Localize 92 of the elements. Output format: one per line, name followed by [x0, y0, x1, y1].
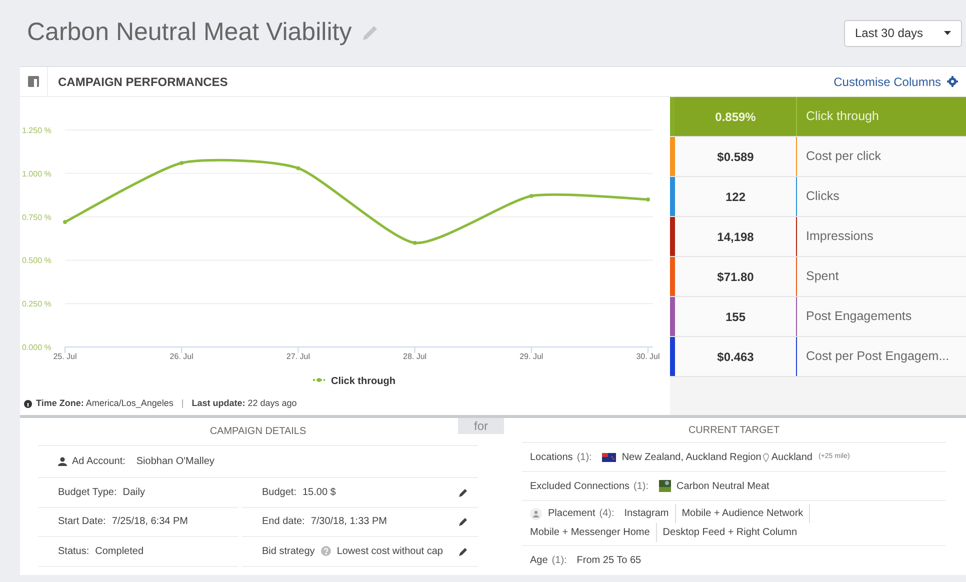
- placement-item: Mobile + Audience Network: [682, 504, 810, 523]
- metric-value: $0.463: [675, 337, 797, 376]
- user-icon: [58, 457, 67, 466]
- metric-row[interactable]: 14,198 Impressions: [670, 217, 966, 257]
- field-label: Status:: [58, 544, 90, 559]
- x-tick-label: 26. Jul: [170, 352, 194, 361]
- metric-row[interactable]: $0.589 Cost per click: [670, 137, 966, 177]
- data-point: [646, 197, 650, 202]
- y-tick-label: 0.750 %: [22, 212, 52, 222]
- field-label: Budget:: [262, 486, 296, 500]
- field-label: Excluded Connections: [530, 480, 630, 494]
- data-point: [529, 194, 534, 198]
- metric-value: 14,198: [675, 217, 797, 256]
- field-count: (4):: [599, 507, 614, 521]
- caret-icon: [944, 31, 951, 35]
- metric-label: Post Engagements: [805, 308, 913, 326]
- data-point: [296, 166, 300, 170]
- legend-label[interactable]: Click through: [331, 376, 396, 387]
- metric-row[interactable]: $71.80 Spent: [670, 257, 966, 297]
- field-label: Ad Account:: [72, 455, 126, 469]
- placement-item: Mobile + Messenger Home: [530, 523, 657, 542]
- field-label: Locations: [530, 450, 573, 464]
- field-value: Siobhan O'Malley: [136, 455, 214, 469]
- metric-label: Cost per Post Engagem...: [805, 348, 950, 366]
- pencil-icon[interactable]: [459, 488, 468, 497]
- flag-icon: [602, 452, 616, 462]
- field-label: Budget Type:: [58, 486, 117, 500]
- pencil-icon[interactable]: [459, 546, 468, 556]
- metric-value: $71.80: [675, 257, 797, 296]
- time-zone-text: Time Zone: America/Los_Angeles: [36, 397, 174, 410]
- data-point: [412, 240, 417, 245]
- x-tick-label: 25. Jul: [53, 352, 77, 361]
- location-value: New Zealand, Auckland Region: [622, 450, 762, 464]
- field-value: Lowest cost without cap: [336, 544, 443, 559]
- metric-value: 155: [675, 297, 797, 336]
- metric-label: Click through: [805, 108, 880, 126]
- field-count: (1):: [634, 480, 649, 494]
- field-count: (1):: [576, 450, 592, 464]
- field-value: 7/25/18, 6:34 PM: [112, 515, 188, 530]
- y-tick-label: 1.000 %: [22, 169, 52, 178]
- field-label: Bid strategy: [262, 544, 315, 559]
- metric-row[interactable]: 155 Post Engagements: [670, 297, 966, 337]
- metric-value: $0.589: [675, 137, 797, 176]
- metric-value: 122: [675, 177, 797, 216]
- age-value: From 25 To 65: [576, 554, 642, 568]
- pencil-icon[interactable]: [459, 517, 468, 526]
- page-icon: [28, 76, 39, 87]
- connection-value: Carbon Neutral Meat: [676, 480, 770, 494]
- info-icon: [24, 400, 32, 408]
- y-tick-label: 0.000 %: [22, 343, 52, 352]
- field-value: 15.00 $: [302, 486, 336, 500]
- metric-label: Clicks: [805, 188, 840, 206]
- page-thumbnail-icon: [658, 480, 671, 492]
- field-value: Daily: [122, 486, 145, 500]
- legend-icon: [313, 378, 325, 382]
- metric-label: Spent: [805, 268, 840, 286]
- data-point: [63, 220, 67, 224]
- data-point: [180, 160, 184, 165]
- metric-row[interactable]: 122 Clicks: [670, 177, 966, 217]
- connector-label: for: [458, 418, 504, 434]
- metric-value: 0.859%: [675, 97, 797, 136]
- city-value: Auckland: [771, 450, 812, 464]
- x-tick-label: 28. Jul: [403, 352, 427, 361]
- date-range-dropdown[interactable]: Last 30 days: [844, 20, 962, 46]
- metric-row[interactable]: $0.463 Cost per Post Engagem...: [670, 337, 966, 377]
- placement-item: Instagram: [624, 504, 676, 523]
- field-label: Placement: [548, 507, 596, 521]
- metric-label: Cost per click: [805, 148, 882, 166]
- user-icon: [530, 508, 542, 520]
- x-tick-label: 30. Jul: [636, 352, 660, 361]
- field-label: Start Date:: [58, 515, 106, 530]
- field-label: Age: [530, 554, 548, 568]
- field-value: Completed: [95, 544, 144, 559]
- y-tick-label: 1.250 %: [22, 126, 52, 135]
- x-tick-label: 27. Jul: [286, 352, 310, 361]
- separator: |: [181, 397, 184, 410]
- help-icon: [320, 546, 331, 556]
- placement-item: Desktop Feed + Right Column: [662, 526, 798, 540]
- panel-title: CAMPAIGN PERFORMANCES: [58, 74, 228, 90]
- metric-label: Impressions: [805, 228, 874, 246]
- gear-icon: [947, 76, 958, 87]
- field-value: 7/30/18, 1:33 PM: [310, 515, 387, 530]
- field-count: (1):: [552, 554, 567, 568]
- y-tick-label: 0.500 %: [22, 256, 52, 266]
- x-tick-label: 29. Jul: [520, 352, 544, 361]
- page-title: Carbon Neutral Meat Viability: [27, 17, 352, 48]
- last-update-text: Last update: 22 days ago: [192, 397, 297, 410]
- y-tick-label: 0.250 %: [22, 300, 52, 309]
- field-label: End date:: [262, 515, 305, 530]
- customise-columns-link[interactable]: Customise Columns: [834, 72, 958, 90]
- map-pin-icon: [763, 452, 770, 462]
- section-title: CURRENT TARGET: [522, 418, 946, 443]
